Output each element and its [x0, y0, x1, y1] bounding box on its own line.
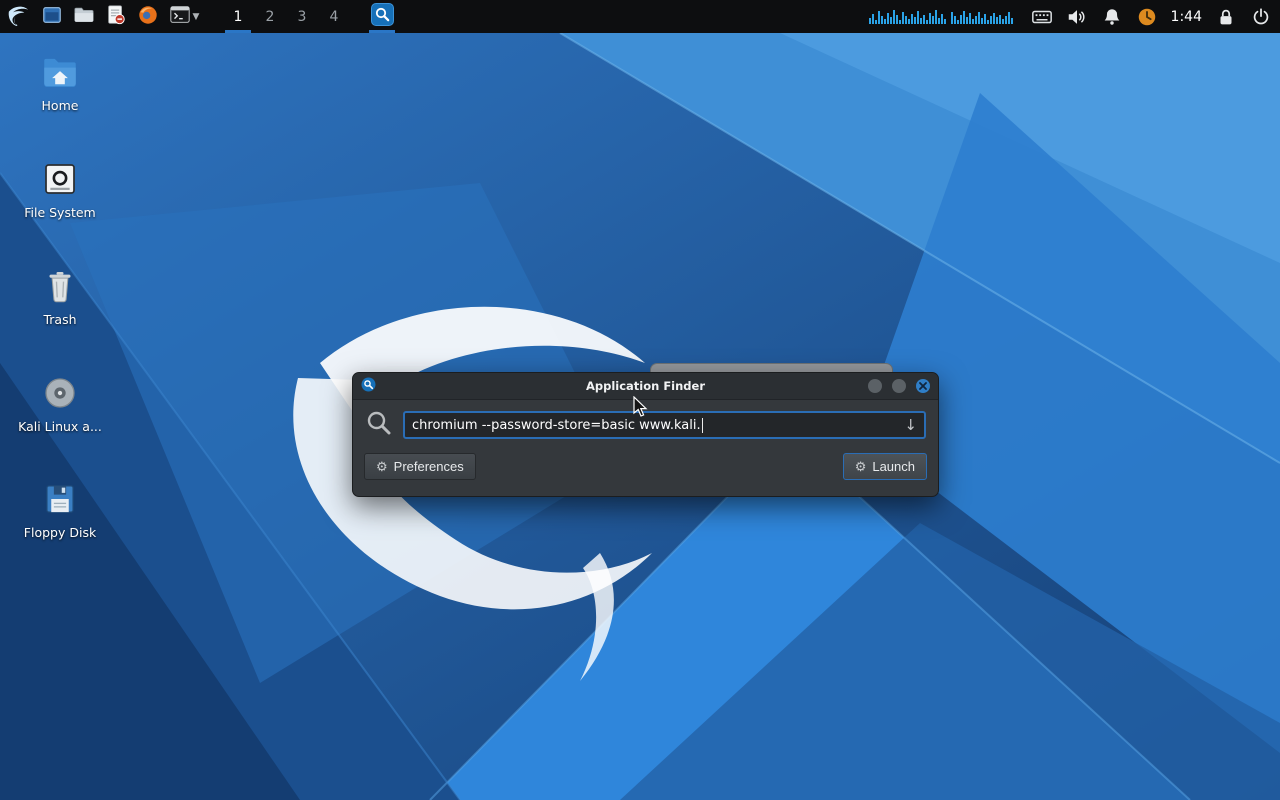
application-finder-window: Application Finder chr: [352, 372, 939, 497]
workspace-label: 1: [234, 9, 243, 25]
desktop-icon-trash[interactable]: Trash: [12, 265, 108, 327]
floppy-icon: [12, 478, 108, 520]
desktop: Home File System Trash: [0, 33, 1280, 800]
desktop-icon-home[interactable]: Home: [12, 51, 108, 113]
run-gear-icon: ⚙: [855, 460, 867, 473]
panel-launcher-file-manager[interactable]: [68, 0, 100, 33]
desktop-icon-label: Trash: [12, 312, 108, 327]
active-workspace-indicator: [225, 30, 251, 33]
window-icon: [41, 4, 63, 30]
window-app-icon: [361, 377, 376, 396]
folder-icon: [73, 4, 95, 30]
close-button[interactable]: [916, 379, 930, 393]
titlebar[interactable]: Application Finder: [353, 373, 938, 400]
panel-clock[interactable]: 1:44: [1171, 9, 1202, 25]
workspace-button-1[interactable]: 1: [222, 0, 254, 33]
launch-button[interactable]: ⚙ Launch: [843, 453, 927, 480]
terminal-dropdown-caret[interactable]: ▼: [193, 12, 200, 22]
drive-icon: [12, 158, 108, 200]
preferences-button[interactable]: ⚙ Preferences: [364, 453, 476, 480]
panel-launcher-terminal[interactable]: ▼: [164, 0, 204, 33]
updates-status-icon[interactable]: [1136, 0, 1158, 33]
volume-icon[interactable]: [1066, 0, 1088, 33]
kali-logo-icon: [6, 2, 31, 31]
taskbar-item-appfinder[interactable]: [366, 0, 398, 33]
minimize-button[interactable]: [868, 379, 882, 393]
disc-icon: [12, 372, 108, 414]
workspace-label: 4: [330, 9, 339, 25]
keyboard-icon[interactable]: [1031, 0, 1053, 33]
desktop-icon-label: File System: [12, 205, 108, 220]
gear-icon: ⚙: [376, 460, 388, 473]
desktop-icon-label: Floppy Disk: [12, 525, 108, 540]
desktop-icon-kali-cdrom[interactable]: Kali Linux a...: [12, 372, 108, 434]
desktop-icon-label: Kali Linux a...: [12, 419, 108, 434]
session-power-icon[interactable]: [1250, 0, 1272, 33]
home-folder-icon: [12, 51, 108, 93]
workspace-button-2[interactable]: 2: [254, 0, 286, 33]
firefox-icon: [137, 4, 159, 30]
panel-launcher-text-editor[interactable]: [100, 0, 132, 33]
workspace-label: 3: [298, 9, 307, 25]
preferences-button-label: Preferences: [394, 459, 464, 474]
trash-icon: [12, 265, 108, 307]
history-dropdown-arrow[interactable]: ↓: [904, 416, 917, 434]
workspace-button-4[interactable]: 4: [318, 0, 350, 33]
applications-menu-button[interactable]: [0, 0, 36, 33]
input-text: chromium --password-store=basic www.kali…: [412, 418, 701, 433]
document-icon: [105, 4, 127, 30]
audio-visualizer: [868, 4, 1018, 30]
notifications-bell-icon[interactable]: [1101, 0, 1123, 33]
workspace-label: 2: [266, 9, 275, 25]
panel-launcher-window[interactable]: [36, 0, 68, 33]
text-caret: [702, 418, 703, 433]
window-title: Application Finder: [353, 379, 938, 393]
search-icon: [365, 409, 393, 441]
desktop-icon-file-system[interactable]: File System: [12, 158, 108, 220]
finder-command-input[interactable]: chromium --password-store=basic www.kali…: [403, 411, 926, 439]
app-finder-icon: [371, 3, 394, 30]
lock-screen-icon[interactable]: [1215, 0, 1237, 33]
desktop-icon-floppy[interactable]: Floppy Disk: [12, 478, 108, 540]
maximize-button[interactable]: [892, 379, 906, 393]
workspace-button-3[interactable]: 3: [286, 0, 318, 33]
top-panel: ▼ 1 2 3 4: [0, 0, 1280, 33]
terminal-icon: [169, 4, 191, 30]
desktop-icon-label: Home: [12, 98, 108, 113]
close-icon: [919, 382, 927, 390]
panel-launcher-firefox[interactable]: [132, 0, 164, 33]
active-window-indicator: [369, 30, 395, 33]
workspace-switcher: 1 2 3 4: [222, 0, 350, 33]
launch-button-label: Launch: [872, 459, 915, 474]
